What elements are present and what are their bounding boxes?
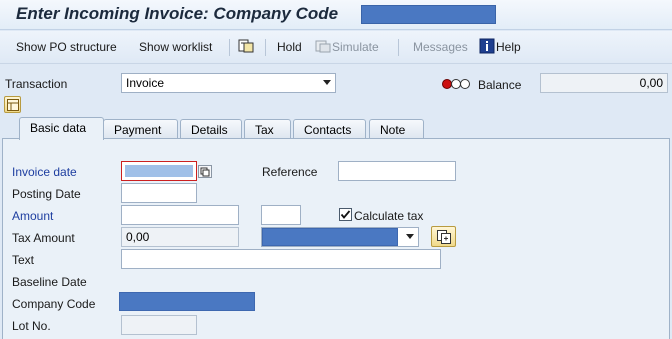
reference-label: Reference (262, 165, 318, 179)
tab-tax[interactable]: Tax (244, 119, 291, 140)
transaction-value: Invoice (126, 76, 165, 90)
tab-details[interactable]: Details (180, 119, 242, 140)
show-worklist-button[interactable]: Show worklist (139, 40, 212, 54)
tab-basic-data[interactable]: Basic data (19, 117, 104, 140)
company-code-value-redacted (119, 292, 255, 311)
messages-button: Messages (413, 40, 468, 54)
transaction-select[interactable]: Invoice (121, 73, 336, 93)
tab-note[interactable]: Note (369, 119, 424, 140)
calendar-copy-icon[interactable] (198, 165, 212, 178)
company-code-label: Company Code (12, 297, 96, 311)
toolbar-separator (265, 39, 266, 56)
simulate-icon (315, 40, 331, 53)
balance-field: 0,00 (540, 73, 668, 93)
show-po-structure-button[interactable]: Show PO structure (16, 40, 117, 54)
text-input[interactable] (121, 249, 441, 269)
tax-code-select[interactable] (261, 227, 419, 247)
tax-amount-field: 0,00 (121, 227, 239, 247)
invoice-date-label: Invoice date (12, 165, 77, 179)
transaction-label: Transaction (5, 77, 68, 91)
help-button[interactable]: Help (496, 40, 521, 54)
chevron-down-icon (406, 234, 414, 239)
reference-input[interactable] (338, 161, 456, 181)
text-label: Text (12, 253, 35, 267)
chevron-down-icon (323, 80, 331, 85)
amount-input[interactable] (121, 205, 239, 225)
lot-no-label: Lot No. (12, 319, 51, 333)
status-lights-icon (442, 79, 470, 89)
currency-input[interactable] (261, 205, 301, 225)
tax-code-details-icon (437, 230, 451, 244)
tab-strip: Basic data Payment Details Tax Contacts … (0, 116, 672, 140)
calculate-tax-checkbox[interactable] (339, 208, 352, 221)
tab-contacts[interactable]: Contacts (293, 119, 366, 140)
tax-code-value-redacted (262, 228, 398, 246)
simulate-button: Simulate (332, 40, 379, 54)
company-code-title-value (361, 5, 496, 24)
title-bar: Enter Incoming Invoice: Company Code (0, 0, 672, 30)
po-structure-icon[interactable] (238, 38, 254, 54)
application-toolbar: Show PO structure Show worklist Hold Sim… (0, 31, 672, 64)
balance-label: Balance (478, 78, 522, 92)
hold-button[interactable]: Hold (277, 40, 302, 54)
amount-label: Amount (12, 209, 54, 223)
help-book-icon[interactable] (479, 38, 495, 54)
layout-toggle-icon (7, 99, 19, 111)
posting-date-input[interactable] (121, 183, 197, 203)
tax-amount-label: Tax Amount (12, 231, 75, 245)
layout-toggle-button[interactable] (4, 96, 21, 113)
toolbar-separator (229, 39, 230, 56)
window-title: Enter Incoming Invoice: Company Code (16, 4, 339, 23)
posting-date-label: Posting Date (12, 187, 81, 201)
baseline-date-label: Baseline Date (12, 275, 87, 289)
tax-code-details-button[interactable] (431, 226, 456, 247)
invoice-date-value-redacted (125, 165, 193, 177)
lot-no-field (121, 315, 197, 335)
tab-payment[interactable]: Payment (103, 119, 178, 140)
toolbar-separator (398, 39, 399, 56)
invoice-date-input[interactable] (121, 161, 197, 181)
calculate-tax-label: Calculate tax (354, 209, 424, 223)
